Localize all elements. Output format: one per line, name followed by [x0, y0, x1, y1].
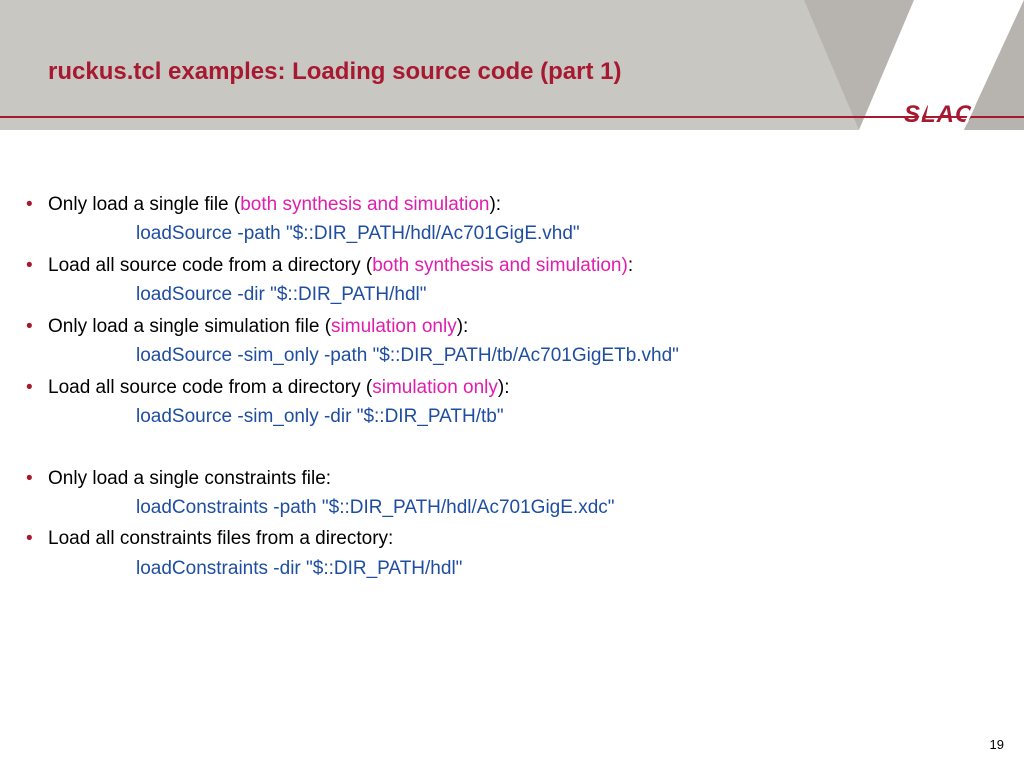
item-text-post: ): — [498, 377, 510, 398]
item-text-em: both synthesis and simulation) — [372, 255, 628, 276]
item-text-em: simulation only — [372, 377, 498, 398]
list-item: Only load a single constraints file: loa… — [20, 464, 1004, 523]
list-item: Only load a single simulation file (simu… — [20, 312, 1004, 371]
item-text-post: ): — [457, 316, 469, 337]
item-text-post: ): — [489, 194, 501, 215]
item-text-pre: Only load a single simulation file ( — [48, 316, 331, 337]
item-code: loadSource -path "$::DIR_PATH/hdl/Ac701G… — [48, 219, 1004, 248]
bullet-list: Only load a single file (both synthesis … — [20, 190, 1004, 583]
item-code: loadSource -dir "$::DIR_PATH/hdl" — [48, 280, 1004, 309]
item-code: loadConstraints -path "$::DIR_PATH/hdl/A… — [48, 493, 1004, 522]
item-text-em: both synthesis and simulation — [240, 194, 489, 215]
item-text-pre: Load all source code from a directory ( — [48, 255, 372, 276]
logo: SLAC — [904, 100, 988, 133]
spacer — [20, 434, 1004, 462]
item-code: loadSource -sim_only -dir "$::DIR_PATH/t… — [48, 402, 1004, 431]
slide-body: Only load a single file (both synthesis … — [0, 130, 1024, 583]
list-item: Load all source code from a directory (s… — [20, 373, 1004, 432]
slide-title: ruckus.tcl examples: Loading source code… — [48, 58, 622, 86]
list-item: Only load a single file (both synthesis … — [20, 190, 1004, 249]
item-code: loadSource -sim_only -path "$::DIR_PATH/… — [48, 341, 1004, 370]
item-text-pre: Load all constraints files from a direct… — [48, 528, 393, 549]
list-item: Load all source code from a directory (b… — [20, 251, 1004, 310]
header-rule — [0, 116, 1024, 118]
page-number: 19 — [990, 737, 1004, 752]
item-text-pre: Load all source code from a directory ( — [48, 377, 372, 398]
list-item: Load all constraints files from a direct… — [20, 524, 1004, 583]
item-text-pre: Only load a single file ( — [48, 194, 240, 215]
item-text-em: simulation only — [331, 316, 457, 337]
logo-text: SLAC — [904, 101, 973, 128]
item-code: loadConstraints -dir "$::DIR_PATH/hdl" — [48, 554, 1004, 583]
item-text-pre: Only load a single constraints file: — [48, 468, 331, 489]
item-text-post: : — [628, 255, 633, 276]
slide-header: ruckus.tcl examples: Loading source code… — [0, 0, 1024, 130]
